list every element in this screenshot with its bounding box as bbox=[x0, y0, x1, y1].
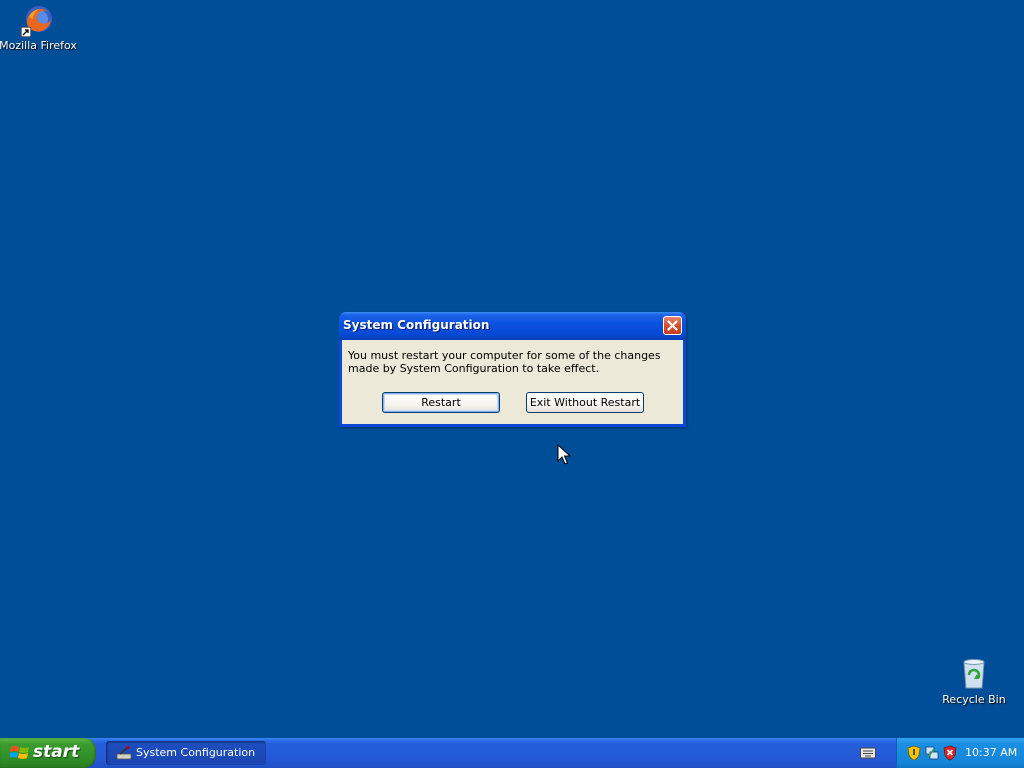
dialog-title-bar[interactable]: System Configuration bbox=[339, 312, 686, 340]
desktop-icon-label: Recycle Bin bbox=[942, 693, 1006, 706]
security-shield-icon[interactable] bbox=[907, 745, 921, 761]
dialog-message: You must restart your computer for some … bbox=[348, 349, 661, 375]
taskbar: start System Configuration 10:37 AM bbox=[0, 738, 1024, 768]
firefox-icon bbox=[21, 3, 55, 37]
network-icon[interactable] bbox=[925, 745, 939, 761]
close-button[interactable] bbox=[663, 316, 682, 335]
dialog-body: You must restart your computer for some … bbox=[342, 340, 683, 424]
start-button[interactable]: start bbox=[0, 738, 96, 768]
exit-without-restart-button[interactable]: Exit Without Restart bbox=[526, 392, 644, 413]
security-alert-icon[interactable] bbox=[943, 745, 957, 761]
shortcut-arrow-icon bbox=[21, 27, 31, 37]
desktop-icon-label: Mozilla Firefox bbox=[0, 39, 77, 52]
msconfig-icon bbox=[116, 746, 132, 760]
restart-button[interactable]: Restart bbox=[382, 392, 500, 413]
close-icon bbox=[667, 320, 678, 331]
system-configuration-dialog: System Configuration You must restart yo… bbox=[339, 312, 686, 427]
start-label: start bbox=[33, 742, 80, 762]
clock[interactable]: 10:37 AM bbox=[965, 746, 1017, 759]
desktop: Mozilla Firefox Recycle Bin System Confi… bbox=[0, 0, 1024, 738]
desktop-icon-recycle-bin[interactable]: Recycle Bin bbox=[934, 657, 1014, 706]
windows-logo-icon bbox=[10, 746, 29, 759]
desktop-icon-firefox[interactable]: Mozilla Firefox bbox=[0, 3, 78, 52]
keyboard-icon[interactable] bbox=[860, 747, 876, 759]
recycle-bin-icon bbox=[957, 657, 991, 691]
taskbar-item-label: System Configuration bbox=[136, 746, 256, 759]
system-tray: 10:37 AM bbox=[896, 738, 1024, 768]
taskbar-item-system-configuration[interactable]: System Configuration bbox=[106, 741, 266, 765]
dialog-title: System Configuration bbox=[343, 318, 490, 332]
mouse-cursor-icon bbox=[557, 444, 571, 465]
